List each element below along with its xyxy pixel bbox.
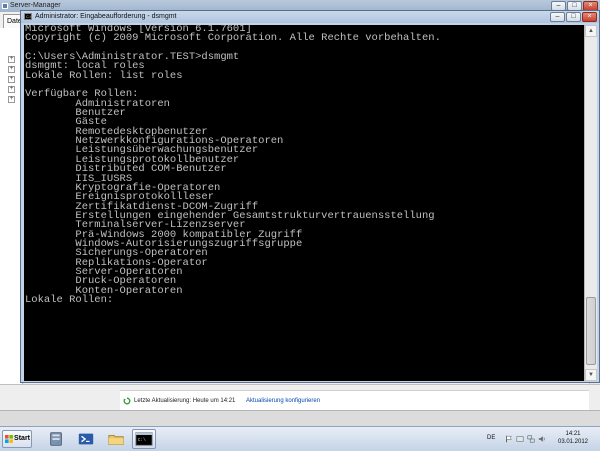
server-manager-statusbar bbox=[0, 410, 600, 427]
console-line: Copyright (c) 2009 Microsoft Corporation… bbox=[25, 32, 441, 45]
refresh-icon bbox=[123, 397, 131, 405]
configure-refresh-link[interactable]: Aktualisierung konfigurieren bbox=[246, 397, 320, 405]
console-line: Lokale Rollen: bbox=[25, 293, 120, 306]
refresh-status-bar: Letzte Aktualisierung: Heute um 14:21 Ak… bbox=[120, 390, 589, 411]
svg-text:C:\: C:\ bbox=[138, 437, 146, 443]
console-scrollbar[interactable]: ▲ ▼ bbox=[584, 25, 597, 381]
windows-logo-icon bbox=[5, 435, 13, 443]
taskbar-server-manager[interactable] bbox=[44, 429, 68, 449]
minimize-button[interactable]: – bbox=[550, 12, 565, 22]
tree-expand-icon[interactable]: + bbox=[8, 76, 15, 83]
system-clock[interactable]: 14:21 03.01.2012 bbox=[552, 430, 594, 446]
clock-date: 03.01.2012 bbox=[557, 439, 589, 445]
scroll-up-arrow-icon[interactable]: ▲ bbox=[585, 25, 597, 37]
clock-time: 14:21 bbox=[565, 431, 581, 437]
cmd-window-icon: C:\ bbox=[24, 13, 32, 20]
action-center-flag-icon[interactable] bbox=[505, 435, 513, 443]
maximize-button[interactable]: □ bbox=[566, 12, 581, 22]
tree-expand-icon[interactable]: + bbox=[8, 86, 15, 93]
volume-icon[interactable] bbox=[538, 435, 546, 443]
server-manager-app-icon bbox=[2, 3, 8, 9]
command-prompt-window: C:\ Administrator: Eingabeaufforderung -… bbox=[20, 10, 600, 383]
system-tray bbox=[505, 435, 549, 445]
taskbar-tray-icon[interactable] bbox=[516, 435, 524, 443]
last-refresh-text: Letzte Aktualisierung: Heute um 14:21 bbox=[134, 398, 236, 404]
command-prompt-title: Administrator: Eingabeaufforderung - dsm… bbox=[35, 13, 177, 20]
start-button[interactable]: Start bbox=[2, 430, 32, 448]
start-label: Start bbox=[14, 435, 30, 442]
taskbar-command-prompt[interactable]: C:\ bbox=[132, 429, 156, 449]
cmd-icon: C:\ bbox=[135, 432, 153, 446]
tree-expand-icon[interactable]: + bbox=[8, 56, 15, 63]
scroll-down-arrow-icon[interactable]: ▼ bbox=[585, 369, 597, 381]
command-prompt-titlebar[interactable]: C:\ Administrator: Eingabeaufforderung -… bbox=[21, 11, 599, 23]
powershell-icon bbox=[78, 433, 94, 445]
tree-expand-icon[interactable]: + bbox=[8, 66, 15, 73]
taskbar-explorer[interactable] bbox=[104, 429, 128, 449]
console-line: Lokale Rollen: list roles bbox=[25, 69, 183, 82]
scroll-thumb[interactable] bbox=[586, 297, 596, 365]
console-output[interactable]: Microsoft Windows [Version 6.1.7601] Copy… bbox=[24, 25, 584, 381]
explorer-icon bbox=[108, 434, 124, 445]
language-indicator[interactable]: DE bbox=[487, 435, 495, 441]
network-icon[interactable] bbox=[527, 435, 535, 443]
console-line: Benutzer bbox=[25, 107, 126, 120]
server-manager-icon bbox=[50, 432, 62, 446]
taskbar: Start C:\ DE 14:21 03.01.2012 bbox=[0, 426, 600, 451]
close-button[interactable]: × bbox=[582, 12, 597, 22]
tree-expand-icon[interactable]: + bbox=[8, 96, 15, 103]
taskbar-powershell[interactable] bbox=[74, 429, 98, 449]
